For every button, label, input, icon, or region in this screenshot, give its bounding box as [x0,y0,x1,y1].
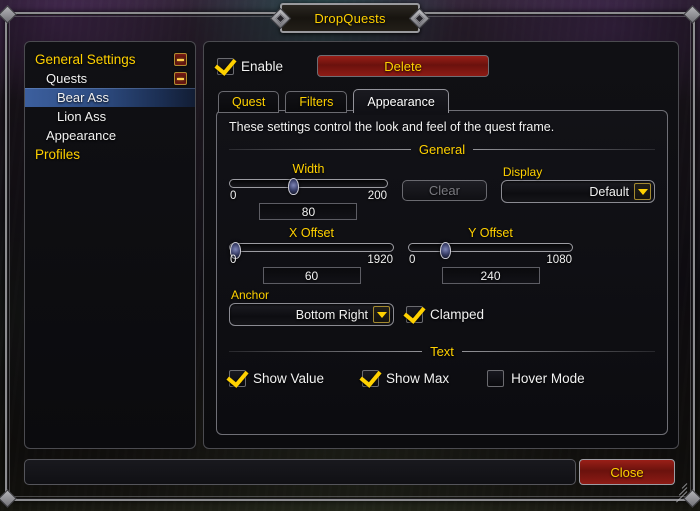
chevron-down-icon[interactable] [634,183,651,200]
anchor-dropdown-value: Bottom Right [295,307,368,322]
titlebar-right-ornament [408,7,431,30]
display-dropdown-label: Display [502,165,543,179]
x-offset-slider-title: X Offset [289,226,334,240]
x-offset-slider-min: 0 [230,254,237,266]
show-max-checkbox-row[interactable]: Show Max [362,370,449,387]
tab-label: Filters [299,95,334,109]
chevron-down-icon[interactable] [373,306,390,323]
window-titlebar: DropQuests [269,3,431,33]
x-offset-slider-track[interactable] [229,242,394,259]
tab-label: Quest [232,95,266,109]
section-rule-right [461,351,655,352]
resize-grip-icon[interactable] [671,478,688,503]
section-rule-right [473,149,655,150]
anchor-dropdown[interactable]: Bottom Right [229,303,394,326]
y-offset-slider-thumb[interactable] [439,242,451,259]
tab-bar: Quest Filters Appearance [218,89,449,115]
section-rule-left [229,149,411,150]
x-offset-value-input[interactable] [262,267,361,284]
clamped-checkbox-row[interactable]: Clamped [406,306,484,323]
show-value-label: Show Value [253,371,325,386]
show-max-checkbox[interactable] [362,370,380,387]
y-offset-slider-max: 1080 [546,254,572,266]
sidebar-item-label: Bear Ass [57,90,110,105]
width-slider-max: 200 [367,190,387,202]
sidebar-item-label: Appearance [46,128,117,143]
hover-mode-checkbox[interactable] [487,370,505,387]
text-options-row: Show Value Show Max Hover Mode [229,370,655,387]
status-bar[interactable] [24,459,576,485]
anchor-dropdown-label: Anchor [231,288,270,302]
hover-mode-label: Hover Mode [511,371,585,386]
y-offset-slider-track[interactable] [408,242,573,259]
sidebar-item-profiles[interactable]: Profiles [25,145,195,164]
sidebar-item-quests[interactable]: Quests [25,69,195,88]
show-value-checkbox-row[interactable]: Show Value [229,370,324,387]
sidebar-item-appearance[interactable]: Appearance [25,126,195,145]
clamped-label: Clamped [430,307,485,322]
enable-checkbox-row[interactable]: Enable [217,57,284,75]
width-slider-min: 0 [230,190,237,202]
section-title: Text [430,344,454,359]
close-button[interactable]: Close [579,459,675,485]
clamped-checkbox[interactable] [406,306,423,323]
hover-mode-checkbox-row[interactable]: Hover Mode [487,370,585,387]
anchor-dropdown-wrap: Anchor Bottom Right [229,288,394,326]
y-offset-slider-title: Y Offset [468,226,513,240]
tab-filters[interactable]: Filters [285,91,348,113]
section-header-text: Text [229,344,655,359]
show-max-label: Show Max [386,371,450,386]
clear-button: Clear [401,180,487,201]
sidebar-item-bear-ass[interactable]: Bear Ass [25,88,195,107]
appearance-settings-panel: These settings control the look and feel… [216,110,668,435]
sidebar-item-label: Quests [46,71,88,86]
width-display-row: Width 0 200 Clear Display Default [229,162,655,220]
tab-appearance[interactable]: Appearance [353,89,449,115]
sidebar-item-label: Lion Ass [57,109,107,124]
width-slider-track[interactable] [229,178,388,195]
settings-tree-sidebar: General Settings Quests Bear Ass Lion As… [24,41,196,449]
display-dropdown-wrap: Display Default [500,165,655,203]
settings-description: These settings control the look and feel… [229,120,555,134]
tab-quest[interactable]: Quest [218,91,280,113]
y-offset-value-input[interactable] [441,267,540,284]
enable-delete-row: Enable Delete [217,55,490,77]
width-slider-thumb[interactable] [287,178,299,195]
collapse-toggle-icon[interactable] [174,53,187,66]
display-dropdown[interactable]: Default [500,180,655,203]
section-rule-left [229,351,423,352]
sidebar-item-label: General Settings [35,52,136,67]
width-slider-title: Width [292,162,325,176]
enable-checkbox[interactable] [217,57,234,75]
delete-button[interactable]: Delete [317,55,490,77]
sidebar-item-general-settings[interactable]: General Settings [25,50,195,69]
width-value-input[interactable] [259,203,358,220]
x-offset-slider[interactable]: X Offset 0 1920 [229,226,394,284]
titlebar-left-ornament [269,7,292,30]
display-dropdown-value: Default [589,184,629,199]
enable-label: Enable [241,58,284,74]
show-value-checkbox[interactable] [229,370,246,387]
offset-sliders-row: X Offset 0 1920 Y Offset 0 1080 [229,226,655,284]
anchor-clamped-row: Anchor Bottom Right Clamped [229,288,655,326]
y-offset-slider-min: 0 [409,254,416,266]
y-offset-slider[interactable]: Y Offset 0 1080 [408,226,573,284]
section-title: General [418,142,466,157]
window-title: DropQuests [314,10,386,26]
tab-label: Appearance [367,94,435,109]
section-header-general: General [229,142,655,157]
collapse-toggle-icon[interactable] [174,72,187,85]
width-slider[interactable]: Width 0 200 [229,162,388,220]
addon-config-window: DropQuests General Settings Quests Bear … [0,3,700,508]
x-offset-slider-max: 1920 [367,254,393,266]
sidebar-item-label: Profiles [35,147,81,162]
content-panel: Enable Delete Quest Filters Appearance T… [203,41,679,449]
sidebar-item-lion-ass[interactable]: Lion Ass [25,107,195,126]
